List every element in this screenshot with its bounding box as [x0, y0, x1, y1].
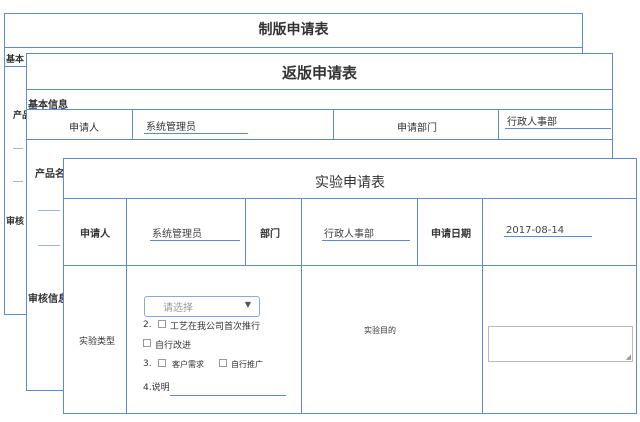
divider: [482, 198, 483, 413]
divider: [498, 109, 499, 139]
option-4-note-label: 4.说明: [143, 383, 170, 393]
option-2-number: 2.: [143, 320, 152, 330]
field-underline: [13, 148, 23, 149]
divider: [27, 109, 612, 110]
option-self-promotion-label: 自行推广: [231, 360, 263, 369]
form-card-experiment: 实验申请表 申请人 系统管理员 部门 行政人事部 申请日期 2017-08-14…: [63, 158, 637, 414]
divider: [126, 198, 127, 413]
divider: [64, 265, 636, 266]
applicant-label: 申请人: [80, 229, 110, 240]
product-name-label: 产品名: [35, 169, 65, 180]
option-self-promotion-checkbox[interactable]: [219, 359, 227, 367]
applicant-field[interactable]: 系统管理员: [144, 118, 248, 134]
dept-field[interactable]: 行政人事部: [505, 113, 611, 129]
dept-label: 部门: [260, 229, 280, 240]
apply-date-label: 申请日期: [431, 229, 471, 240]
divider: [64, 198, 636, 199]
divider: [245, 198, 246, 265]
divider: [132, 109, 133, 139]
plate-making-title: 制版申请表: [258, 22, 329, 38]
section-basic-label: 基本: [6, 55, 25, 65]
experiment-form-title: 实验申请表: [315, 175, 385, 191]
experiment-purpose-textarea[interactable]: ◢: [488, 326, 633, 362]
experiment-type-select[interactable]: 请选择 ▼: [144, 296, 260, 317]
dept-field[interactable]: 行政人事部: [322, 225, 410, 241]
option-self-improve-checkbox[interactable]: [143, 339, 151, 347]
option-3-number: 3.: [143, 359, 152, 369]
option-first-promotion-label: 工艺在我公司首次推行: [170, 322, 261, 332]
dropdown-arrow-icon: ▼: [244, 300, 251, 309]
divider: [301, 198, 302, 413]
review-info-label: 审核信息: [28, 294, 68, 305]
field-underline: [13, 181, 23, 182]
field-underline: [38, 210, 60, 211]
experiment-purpose-label: 实验目的: [364, 326, 396, 335]
field-underline: [38, 245, 60, 246]
divider: [333, 109, 334, 139]
option-customer-demand-label: 客户需求: [172, 360, 204, 369]
option-self-improve-label: 自行改进: [155, 341, 192, 351]
experiment-type-label: 实验类型: [79, 337, 116, 347]
applicant-label: 申请人: [69, 123, 99, 134]
dept-label: 申请部门: [397, 123, 437, 134]
divider: [5, 47, 582, 48]
review-label: 审核: [6, 217, 25, 227]
return-form-title: 返版申请表: [281, 64, 357, 82]
select-placeholder: 请选择: [163, 303, 193, 314]
option-first-promotion-checkbox[interactable]: [158, 320, 166, 328]
divider: [27, 139, 612, 140]
option-customer-demand-checkbox[interactable]: [158, 359, 166, 367]
divider: [417, 198, 418, 265]
resize-grip-icon[interactable]: ◢: [626, 354, 631, 361]
divider: [27, 89, 612, 90]
apply-date-field[interactable]: 2017-08-14: [504, 225, 592, 237]
applicant-field[interactable]: 系统管理员: [150, 225, 240, 241]
note-input-underline[interactable]: [170, 395, 286, 396]
